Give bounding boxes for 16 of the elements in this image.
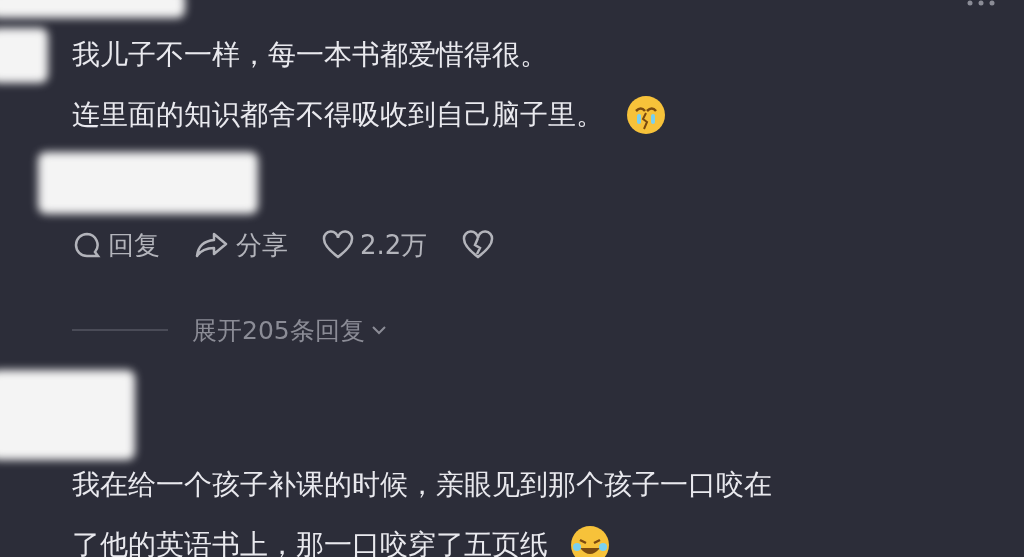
- like-button[interactable]: 2.2万: [322, 227, 428, 263]
- comment-text: 连里面的知识都舍不得吸收到自己脑子里。: [72, 97, 604, 133]
- expand-replies-button[interactable]: 展开205条回复: [192, 313, 387, 347]
- share-icon: [194, 230, 230, 260]
- reply-button[interactable]: 回复: [72, 227, 160, 263]
- comment-icon: [72, 230, 102, 260]
- comment-text: 我儿子不一样，每一本书都爱惜得很。: [72, 37, 548, 73]
- broken-heart-icon[interactable]: [461, 230, 496, 260]
- comment-text: 我在给一个孩子补课的时候，亲眼见到那个孩子一口咬在: [72, 467, 772, 503]
- more-icon[interactable]: [966, 0, 996, 8]
- broken-heart-face-icon: [626, 95, 666, 135]
- laughing-tears-icon: [570, 525, 610, 557]
- redaction-sticker: [0, 28, 48, 83]
- chevron-down-icon: [370, 324, 387, 336]
- heart-icon: [322, 230, 354, 260]
- share-button[interactable]: 分享: [194, 227, 288, 263]
